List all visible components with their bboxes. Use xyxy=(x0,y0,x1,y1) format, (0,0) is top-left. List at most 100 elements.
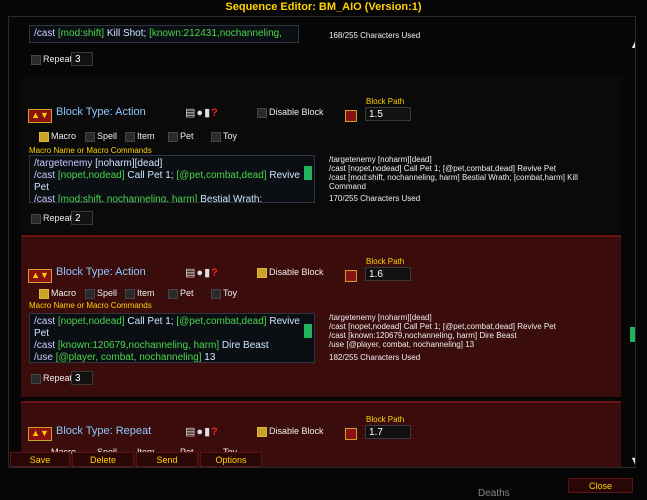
arg-text: Revive xyxy=(266,316,300,327)
question-icon[interactable]: ? xyxy=(211,267,219,279)
macro-editor[interactable]: /targetenemy [noharm][dead] /cast [nopet… xyxy=(29,155,315,203)
option-pet-label: Pet xyxy=(180,288,194,298)
macro-preview: /targetenemy [noharm][dead] /cast [nopet… xyxy=(329,155,599,191)
editor-scrollbar[interactable] xyxy=(304,324,312,338)
option-toy-label: Toy xyxy=(223,131,238,141)
block-tool-icons[interactable]: ▤●▮? xyxy=(185,425,219,438)
scroll-thumb[interactable] xyxy=(630,327,635,342)
cond-text: [mod:shift, nochanneling, harm] xyxy=(57,194,198,203)
delete-button[interactable]: Delete xyxy=(72,452,134,467)
record-icon[interactable]: ● xyxy=(196,267,204,279)
save-button[interactable]: Save xyxy=(10,452,70,467)
option-toy-radio[interactable] xyxy=(211,132,221,142)
option-macro-radio[interactable] xyxy=(39,132,49,142)
macro-editor[interactable]: /cast [nopet,nodead] Call Pet 1; [@pet,c… xyxy=(29,313,315,363)
preview-line: /cast [nopet,nodead] Call Pet 1; [@pet,c… xyxy=(329,164,556,173)
option-toy-radio[interactable] xyxy=(211,289,221,299)
question-icon[interactable]: ? xyxy=(211,426,219,438)
arg-text: Dire Beast xyxy=(219,340,269,351)
block-path-input[interactable]: 1.6 xyxy=(365,267,411,281)
question-icon[interactable]: ? xyxy=(211,107,219,119)
send-button[interactable]: Send xyxy=(136,452,198,467)
preview-line: /cast [mod:shift, nochanneling, harm] Be… xyxy=(329,173,578,182)
repeat-checkbox[interactable] xyxy=(31,55,41,65)
trash-icon[interactable] xyxy=(345,428,357,440)
macro-preview: /targetenemy [noharm][dead] /cast [nopet… xyxy=(329,313,599,349)
move-arrows-icon[interactable]: ▲▼ xyxy=(28,427,52,441)
char-count: 168/255 Characters Used xyxy=(329,31,421,40)
disable-block-label: Disable Block xyxy=(269,267,324,277)
arg-text: Bestial Wrath; xyxy=(197,194,263,203)
repeat-input[interactable]: 3 xyxy=(71,52,93,66)
move-arrows-icon[interactable]: ▲▼ xyxy=(28,109,52,123)
block-tool-icons[interactable]: ▤●▮? xyxy=(185,106,219,119)
cond-text: [known:212431,nochanneling, xyxy=(149,28,282,39)
preview-line: /targetenemy [noharm][dead] xyxy=(329,313,432,322)
disable-block-checkbox[interactable] xyxy=(257,268,267,278)
window-title: Sequence Editor: BM_AIO (Version:1) xyxy=(225,1,422,13)
preview-line: /use [@player, combat, nochanneling] 13 xyxy=(329,340,475,349)
editor-scrollbar[interactable] xyxy=(304,166,312,180)
disable-block-checkbox[interactable] xyxy=(257,108,267,118)
preview-line: /cast [nopet,nodead] Call Pet 1; [@pet,c… xyxy=(329,322,556,331)
list-icon[interactable]: ▤ xyxy=(185,426,196,438)
cmd-text: /cast xyxy=(34,28,58,39)
arg-text: 13 xyxy=(201,352,216,363)
cmd-text: /use xyxy=(34,352,56,363)
option-pet-radio[interactable] xyxy=(168,289,178,299)
block-1: ▲▼ Block Type: Action ▤●▮? Disable Block… xyxy=(21,77,621,233)
list-icon[interactable]: ▤ xyxy=(185,267,196,279)
disable-block-checkbox[interactable] xyxy=(257,427,267,437)
list-icon[interactable]: ▤ xyxy=(185,107,196,119)
arg-text: Revive xyxy=(266,170,300,181)
macro-commands-label: Macro Name or Macro Commands xyxy=(29,301,152,310)
partial-editor[interactable]: /cast [mod:shift] Kill Shot; [known:2124… xyxy=(29,25,299,43)
option-item-label: Item xyxy=(137,131,155,141)
macro-commands-label: Macro Name or Macro Commands xyxy=(29,146,152,155)
cmd-text: /cast xyxy=(34,194,58,203)
disable-block-label: Disable Block xyxy=(269,426,324,436)
option-pet-radio[interactable] xyxy=(168,132,178,142)
scroll-up-icon[interactable]: ▲ xyxy=(629,39,635,51)
cmd-text: /cast xyxy=(34,316,58,327)
option-item-radio[interactable] xyxy=(125,289,135,299)
block-path-input[interactable]: 1.5 xyxy=(365,107,411,121)
close-button[interactable]: Close xyxy=(568,478,633,493)
cond-text: [known:120679,nochanneling, harm] xyxy=(57,340,220,351)
block-tool-icons[interactable]: ▤●▮? xyxy=(185,266,219,279)
repeat-label: Repeat xyxy=(43,213,73,223)
cond-text: [dead] xyxy=(134,158,163,169)
options-button[interactable]: Options xyxy=(200,452,262,467)
block-path-label: Block Path xyxy=(366,415,405,424)
repeat-checkbox[interactable] xyxy=(31,214,41,224)
option-item-radio[interactable] xyxy=(125,132,135,142)
record-icon[interactable]: ● xyxy=(196,107,204,119)
main-scrollbar[interactable]: ▲ ▼ xyxy=(629,37,635,467)
char-count: 182/255 Characters Used xyxy=(329,353,421,362)
block-path-input[interactable]: 1.7 xyxy=(365,425,411,439)
cond-text: [noharm] xyxy=(95,158,135,169)
block-type-label: Block Type: Repeat xyxy=(56,425,152,437)
cond-text: [@pet,combat,dead] xyxy=(176,170,267,181)
option-macro-radio[interactable] xyxy=(39,289,49,299)
cmd-text: /cast xyxy=(34,170,58,181)
cond-text: [@pet,combat,dead] xyxy=(176,316,267,327)
option-spell-label: Spell xyxy=(97,288,118,298)
cond-text: [@player, combat, nochanneling] xyxy=(55,352,202,363)
trash-icon[interactable] xyxy=(345,270,357,282)
repeat-input[interactable]: 3 xyxy=(71,371,93,385)
cmd-text: /cast xyxy=(34,340,58,351)
trash-icon[interactable] xyxy=(345,110,357,122)
cond-text: [nopet,nodead] xyxy=(57,316,125,327)
option-spell-radio[interactable] xyxy=(85,132,95,142)
block-type-label: Block Type: Action xyxy=(56,266,146,278)
preview-line: Command xyxy=(329,182,366,191)
option-spell-radio[interactable] xyxy=(85,289,95,299)
cmd-text: /targetenemy xyxy=(34,158,96,169)
record-icon[interactable]: ● xyxy=(196,426,204,438)
repeat-checkbox[interactable] xyxy=(31,374,41,384)
preview-line: /cast [known:120679,nochanneling, harm] … xyxy=(329,331,517,340)
repeat-input[interactable]: 2 xyxy=(71,211,93,225)
option-toy-label: Toy xyxy=(223,288,238,298)
move-arrows-icon[interactable]: ▲▼ xyxy=(28,269,52,283)
